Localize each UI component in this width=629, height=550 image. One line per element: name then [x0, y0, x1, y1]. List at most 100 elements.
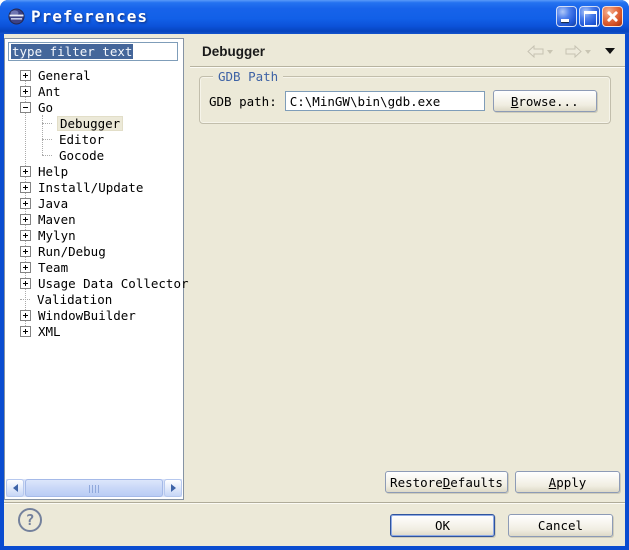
tree-item-team[interactable]: Team [6, 259, 182, 275]
tree-item-ant[interactable]: Ant [6, 83, 182, 99]
view-menu-icon[interactable] [605, 48, 615, 54]
restore-defaults-mnemonic: D [443, 475, 451, 490]
gdb-path-row: GDB path: C:\MinGW\bin\gdb.exe Browse... [200, 90, 610, 112]
tree-item-label: Team [36, 260, 70, 275]
apply-mnemonic: A [549, 475, 557, 490]
apply-label: pply [556, 475, 586, 490]
group-title: GDB Path [213, 69, 283, 84]
tree-item-usage-data-collector[interactable]: Usage Data Collector [6, 275, 182, 291]
tree-item-debugger[interactable]: Debugger [6, 115, 182, 131]
back-history-dropdown-icon[interactable] [547, 50, 553, 54]
help-icon: ? [25, 511, 34, 529]
expand-icon[interactable] [20, 246, 31, 257]
gdb-path-label: GDB path: [209, 94, 277, 109]
tree-item-label: Usage Data Collector [36, 276, 191, 291]
cancel-label: Cancel [538, 518, 583, 533]
tree-item-label: Debugger [57, 116, 123, 131]
tree-item-maven[interactable]: Maven [6, 211, 182, 227]
tree-item-help[interactable]: Help [6, 163, 182, 179]
expand-icon[interactable] [20, 310, 31, 321]
tree-item-run-debug[interactable]: Run/Debug [6, 243, 182, 259]
scroll-right-arrow-icon [171, 484, 180, 492]
forward-arrow-icon [565, 45, 582, 58]
page-header: Debugger [190, 38, 625, 64]
preferences-dialog: Preferences type filter text GeneralAntG… [0, 0, 629, 550]
dialog-content: type filter text GeneralAntGoDebuggerEdi… [4, 34, 625, 546]
restore-defaults-label: Restore [390, 475, 443, 490]
tree-connector [42, 123, 52, 124]
expand-icon[interactable] [20, 326, 31, 337]
cancel-button[interactable]: Cancel [508, 514, 613, 537]
tree-item-label: WindowBuilder [36, 308, 138, 323]
tree-item-label: Help [36, 164, 70, 179]
ok-button[interactable]: OK [390, 514, 495, 537]
scroll-right-button[interactable] [164, 479, 182, 497]
tree-item-label: Go [36, 100, 55, 115]
restore-defaults-button[interactable]: Restore Defaults [385, 471, 508, 493]
tree-item-label: General [36, 68, 93, 83]
collapse-icon[interactable] [20, 102, 31, 113]
tree-item-label: Maven [36, 212, 78, 227]
window-controls [556, 6, 623, 27]
close-icon[interactable] [602, 6, 623, 27]
minimize-icon[interactable] [556, 6, 577, 27]
tree-item-label: Java [36, 196, 70, 211]
help-button[interactable]: ? [18, 508, 42, 532]
eclipse-logo-icon [8, 8, 25, 25]
expand-icon[interactable] [20, 70, 31, 81]
scrollbar-track[interactable] [25, 479, 163, 497]
forward-button[interactable] [565, 45, 591, 58]
scroll-left-arrow-icon [9, 484, 18, 492]
expand-icon[interactable] [20, 262, 31, 273]
maximize-icon[interactable] [579, 6, 600, 27]
expand-icon[interactable] [20, 278, 31, 289]
tree-item-label: XML [36, 324, 63, 339]
expand-icon[interactable] [20, 182, 31, 193]
expand-icon[interactable] [20, 198, 31, 209]
back-arrow-icon [527, 45, 544, 58]
tree-item-general[interactable]: General [6, 67, 182, 83]
tree-item-editor[interactable]: Editor [6, 131, 182, 147]
tree-item-label: Gocode [57, 148, 106, 163]
tree-connector [42, 155, 52, 156]
filter-text-value: type filter text [11, 44, 133, 59]
expand-icon[interactable] [20, 166, 31, 177]
tree-item-label: Install/Update [36, 180, 145, 195]
tree-item-xml[interactable]: XML [6, 323, 182, 339]
gdb-path-value: C:\MinGW\bin\gdb.exe [290, 94, 441, 109]
back-button[interactable] [527, 45, 553, 58]
browse-button[interactable]: Browse... [493, 90, 597, 112]
tree-item-windowbuilder[interactable]: WindowBuilder [6, 307, 182, 323]
page-title: Debugger [202, 44, 265, 59]
expand-icon[interactable] [20, 230, 31, 241]
tree-item-go[interactable]: Go [6, 99, 182, 115]
browse-label-mnemonic: B [511, 94, 519, 109]
expand-icon[interactable] [20, 86, 31, 97]
window-title: Preferences [31, 7, 148, 26]
tree-item-label: Editor [57, 132, 106, 147]
gdb-path-input[interactable]: C:\MinGW\bin\gdb.exe [285, 91, 485, 111]
tree-item-install-update[interactable]: Install/Update [6, 179, 182, 195]
tree-item-validation[interactable]: Validation [6, 291, 182, 307]
titlebar[interactable]: Preferences [0, 0, 629, 34]
tree-item-java[interactable]: Java [6, 195, 182, 211]
forward-history-dropdown-icon[interactable] [585, 50, 591, 54]
tree-connector [42, 139, 52, 140]
tree-item-mylyn[interactable]: Mylyn [6, 227, 182, 243]
scroll-left-button[interactable] [6, 479, 24, 497]
apply-button[interactable]: Apply [515, 471, 620, 493]
tree-horizontal-scrollbar[interactable] [6, 479, 182, 497]
expand-icon[interactable] [20, 214, 31, 225]
filter-text-input[interactable]: type filter text [8, 42, 178, 61]
header-separator [190, 66, 625, 68]
tree-item-label: Validation [35, 292, 114, 307]
scrollbar-thumb[interactable] [25, 479, 163, 497]
tree-item-label: Run/Debug [36, 244, 108, 259]
ok-label: OK [435, 518, 450, 533]
preferences-tree-panel: type filter text GeneralAntGoDebuggerEdi… [4, 38, 184, 500]
tree-item-label: Ant [36, 84, 63, 99]
footer-separator [4, 502, 625, 504]
tree-item-label: Mylyn [36, 228, 78, 243]
tree-item-gocode[interactable]: Gocode [6, 147, 182, 163]
history-navigation [527, 45, 615, 58]
